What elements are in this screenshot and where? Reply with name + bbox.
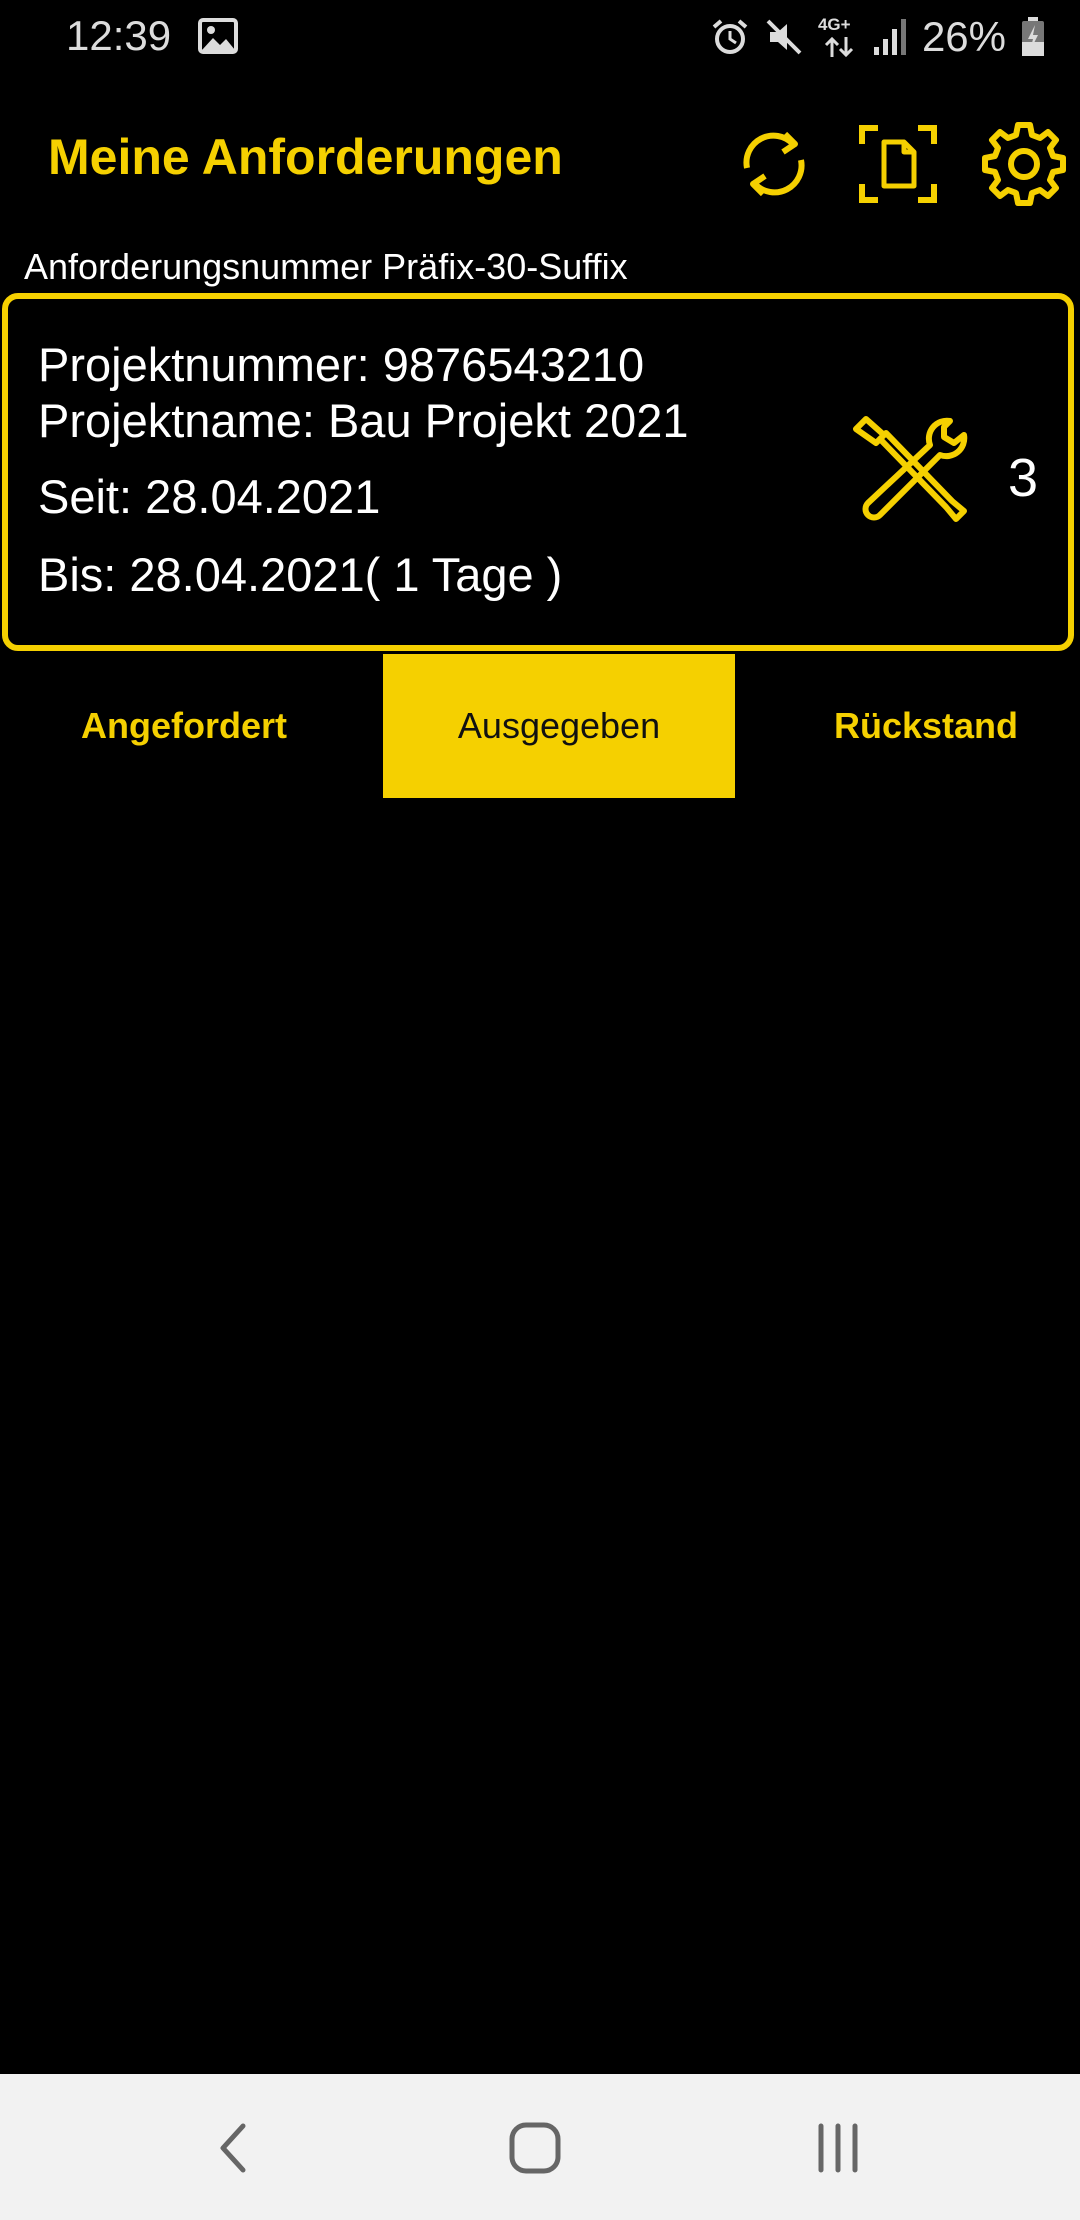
recent-apps-icon: [818, 2123, 858, 2173]
project-name: Projektname: Bau Projekt 2021: [38, 394, 689, 447]
page-title: Meine Anforderungen: [48, 129, 563, 185]
scan-document-icon: [859, 125, 937, 203]
battery-icon: [1022, 17, 1044, 56]
back-button[interactable]: [178, 2108, 288, 2188]
app-header: Meine Anforderungen: [0, 100, 1080, 220]
status-icons: 4G+ 26%: [710, 12, 1046, 62]
refresh-button[interactable]: [728, 118, 820, 210]
settings-icon: [982, 122, 1066, 206]
tab-ausgegeben[interactable]: Ausgegeben: [383, 654, 735, 798]
tab-rueckstand[interactable]: Rückstand: [735, 654, 1080, 798]
system-navigation-bar: [0, 2074, 1080, 2220]
network-type: 4G+: [817, 15, 851, 34]
until-date: Bis: 28.04.2021( 1 Tage ): [38, 548, 563, 601]
refresh-icon: [743, 131, 805, 197]
request-number: Anforderungsnummer Präfix-30-Suffix: [24, 246, 628, 287]
status-bar: 12:39 4G+ 26%: [0, 0, 1080, 74]
gallery-icon: [198, 18, 238, 54]
network-data-icon: 4G+: [818, 15, 858, 59]
back-icon: [220, 2123, 246, 2173]
item-count: 3: [1007, 448, 1038, 508]
since-date: Seit: 28.04.2021: [38, 470, 381, 523]
tab-content-area: [0, 798, 1080, 2074]
tools-icon: [853, 416, 968, 522]
status-time: 12:39: [66, 12, 172, 59]
tab-angefordert[interactable]: Angefordert: [0, 654, 368, 798]
signal-icon: [873, 19, 906, 55]
mute-icon: [766, 19, 802, 55]
recent-apps-button[interactable]: [783, 2108, 893, 2188]
project-number: Projektnummer: 9876543210: [38, 338, 645, 391]
battery-percent: 26%: [921, 13, 1006, 60]
home-button[interactable]: [480, 2108, 590, 2188]
home-icon: [509, 2122, 561, 2174]
scan-document-button[interactable]: [852, 118, 944, 210]
tab-bar: Angefordert Ausgegeben Rückstand: [0, 654, 1080, 798]
project-card[interactable]: Projektnummer: 9876543210 Projektname: B…: [2, 293, 1074, 651]
alarm-icon: [712, 19, 748, 54]
settings-button[interactable]: [978, 118, 1070, 210]
